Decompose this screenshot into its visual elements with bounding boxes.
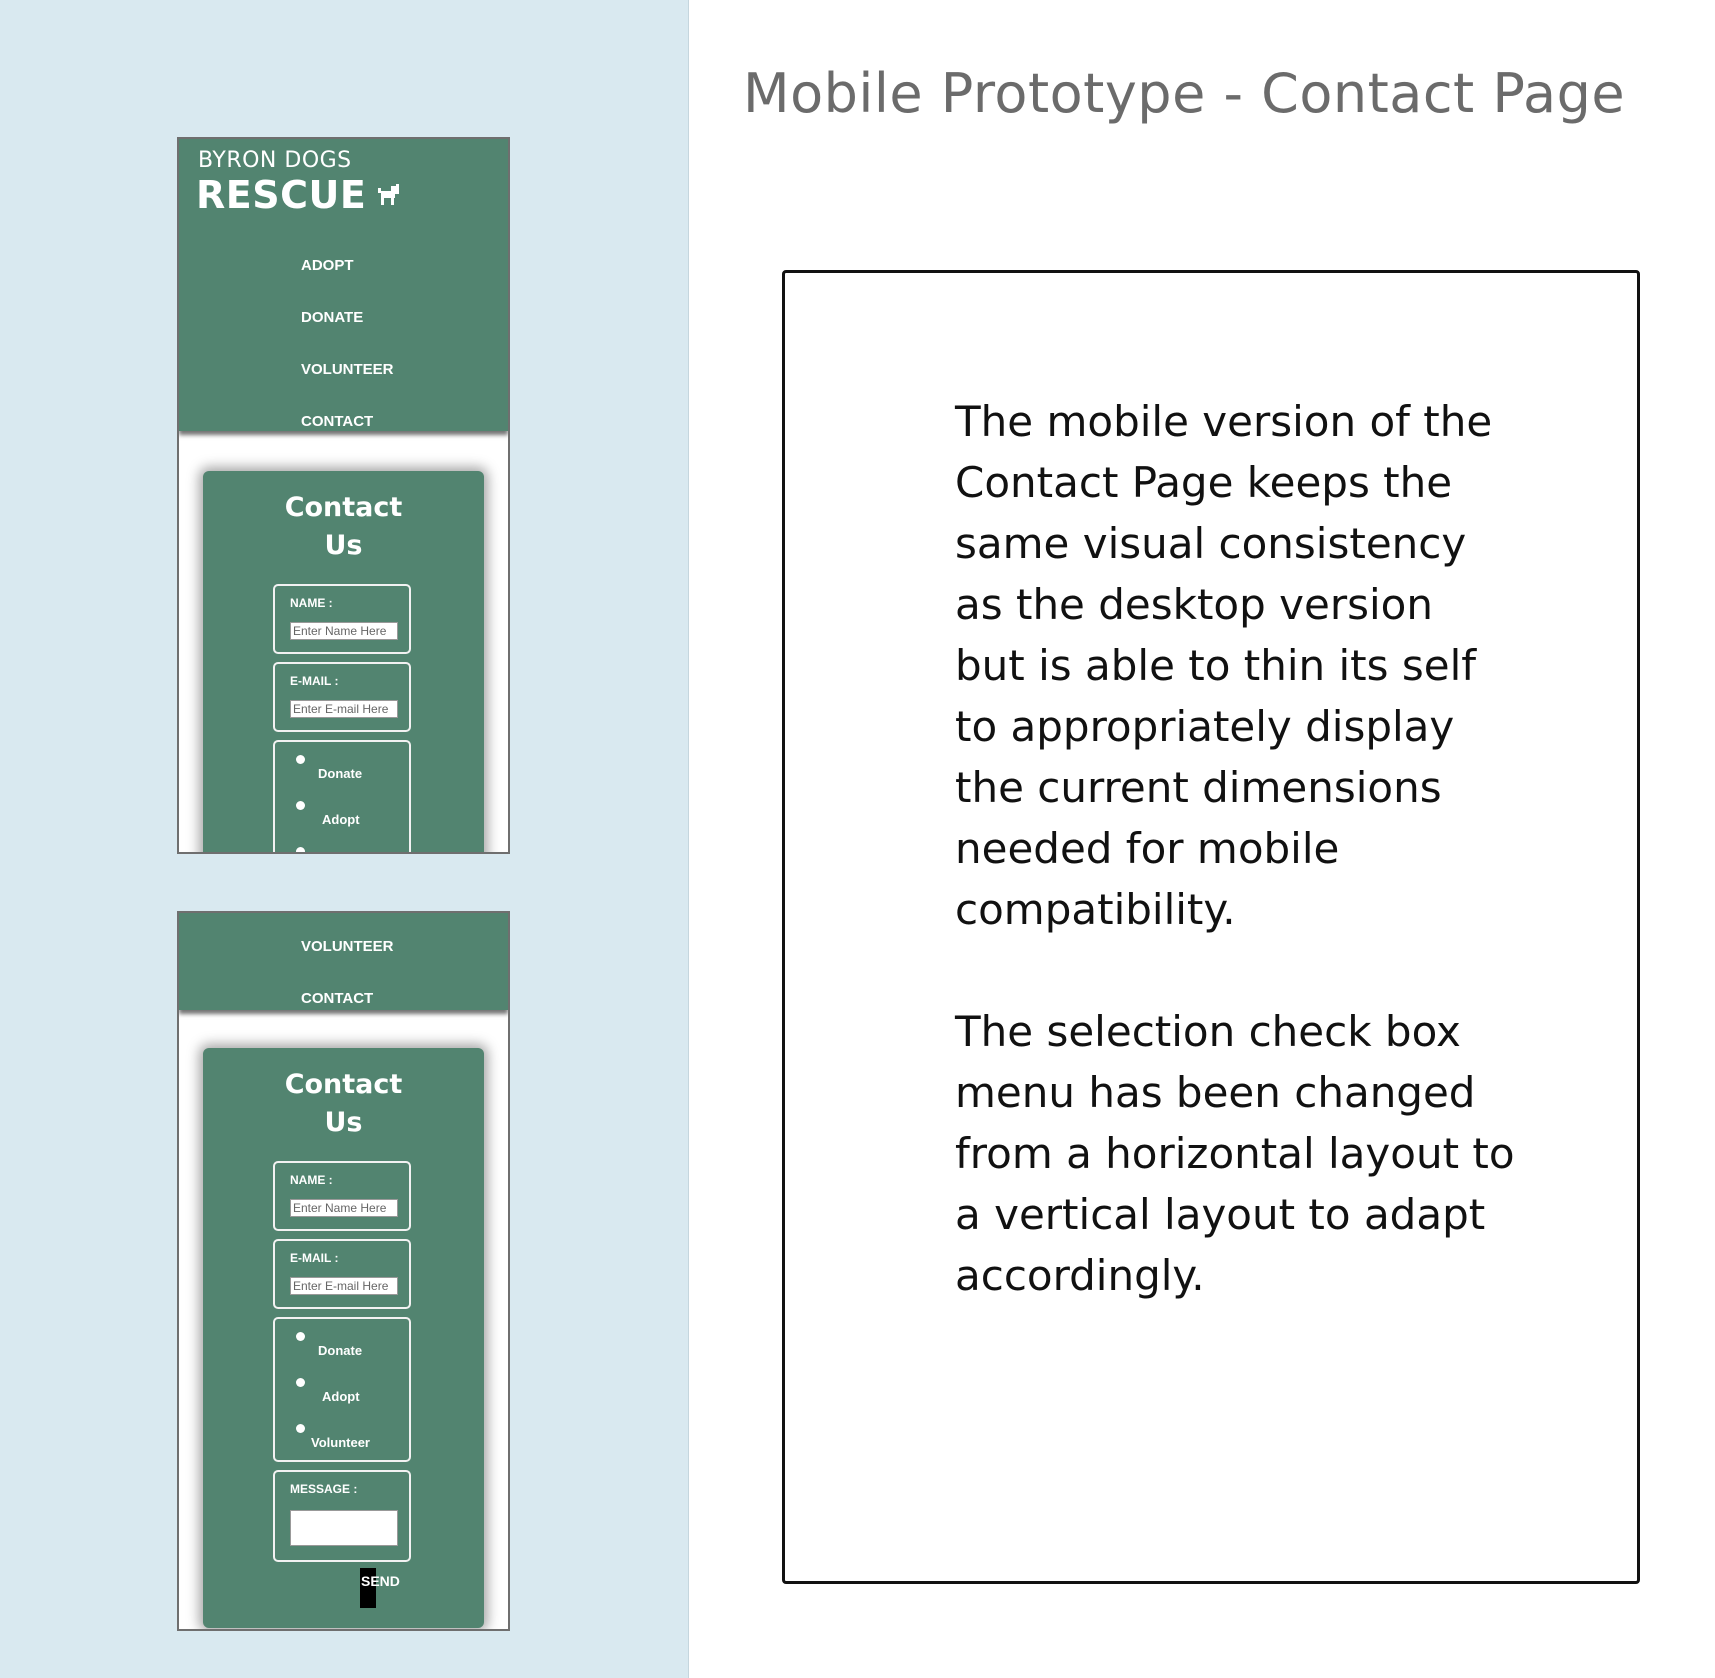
contact-title: Contact Us xyxy=(284,1069,403,1138)
email-label: E-MAIL : xyxy=(290,674,339,688)
nav-item-volunteer[interactable]: VOLUNTEER xyxy=(301,361,394,378)
nav-item-contact[interactable]: CONTACT xyxy=(301,990,373,1007)
radio-donate[interactable] xyxy=(296,1332,305,1341)
nav-item-volunteer[interactable]: VOLUNTEER xyxy=(301,938,394,955)
options-field: Donate Adopt Volunteer xyxy=(273,1317,411,1462)
nav-item-donate[interactable]: DONATE xyxy=(301,309,363,326)
option-donate-label: Donate xyxy=(318,1343,363,1358)
description-box: The mobile version of the Contact Page k… xyxy=(782,270,1640,1584)
nav-item-adopt[interactable]: ADOPT xyxy=(301,257,354,274)
radio-volunteer[interactable] xyxy=(296,1424,305,1433)
description-paragraph-2: The selection check box menu has been ch… xyxy=(955,1007,1515,1300)
contact-card: Contact Us NAME : Enter Name Here E-MAIL… xyxy=(203,1048,484,1628)
logo-top-text: BYRON DOGS xyxy=(198,148,352,173)
email-field: E-MAIL : Enter E-mail Here xyxy=(273,662,411,732)
logo-main-text: RESCUE xyxy=(196,173,367,217)
name-field: NAME : Enter Name Here xyxy=(273,584,411,654)
nav-header: BYRON DOGS RESCUE ADOPT DONATE VOLUNTEER… xyxy=(179,139,508,431)
description-paragraph-1: The mobile version of the Contact Page k… xyxy=(955,397,1493,934)
name-input[interactable]: Enter Name Here xyxy=(290,622,398,640)
message-textarea[interactable] xyxy=(290,1510,398,1546)
name-label: NAME : xyxy=(290,596,333,610)
email-label: E-MAIL : xyxy=(290,1251,339,1265)
email-field: E-MAIL : Enter E-mail Here xyxy=(273,1239,411,1309)
name-field: NAME : Enter Name Here xyxy=(273,1161,411,1231)
message-label: MESSAGE : xyxy=(290,1482,358,1496)
option-adopt-label: Adopt xyxy=(322,812,360,827)
option-adopt-label: Adopt xyxy=(322,1389,360,1404)
send-button[interactable]: SEND xyxy=(361,1573,400,1589)
option-volunteer-label: Volunteer xyxy=(311,1435,370,1450)
nav-header: VOLUNTEER CONTACT xyxy=(179,913,508,1010)
description-text: The mobile version of the Contact Page k… xyxy=(955,391,1515,1367)
radio-adopt[interactable] xyxy=(296,1378,305,1387)
contact-card: Contact Us NAME : Enter Name Here E-MAIL… xyxy=(203,471,484,852)
name-input[interactable]: Enter Name Here xyxy=(290,1199,398,1217)
radio-adopt[interactable] xyxy=(296,801,305,810)
prototype-panel: BYRON DOGS RESCUE ADOPT DONATE VOLUNTEER… xyxy=(0,0,689,1678)
contact-title: Contact Us xyxy=(284,492,403,561)
dog-icon xyxy=(378,184,400,205)
radio-volunteer[interactable] xyxy=(296,847,305,852)
option-donate-label: Donate xyxy=(318,766,363,781)
name-label: NAME : xyxy=(290,1173,333,1187)
phone-screen-bottom: VOLUNTEER CONTACT Contact Us NAME : Ente… xyxy=(177,911,510,1631)
page-title: Mobile Prototype - Contact Page xyxy=(743,62,1626,125)
options-field: Donate Adopt xyxy=(273,740,411,852)
logo[interactable]: RESCUE xyxy=(196,173,402,217)
radio-donate[interactable] xyxy=(296,755,305,764)
nav-item-contact[interactable]: CONTACT xyxy=(301,413,373,430)
phone-screen-top: BYRON DOGS RESCUE ADOPT DONATE VOLUNTEER… xyxy=(177,137,510,854)
email-input[interactable]: Enter E-mail Here xyxy=(290,1277,398,1295)
message-field: MESSAGE : xyxy=(273,1470,411,1562)
email-input[interactable]: Enter E-mail Here xyxy=(290,700,398,718)
